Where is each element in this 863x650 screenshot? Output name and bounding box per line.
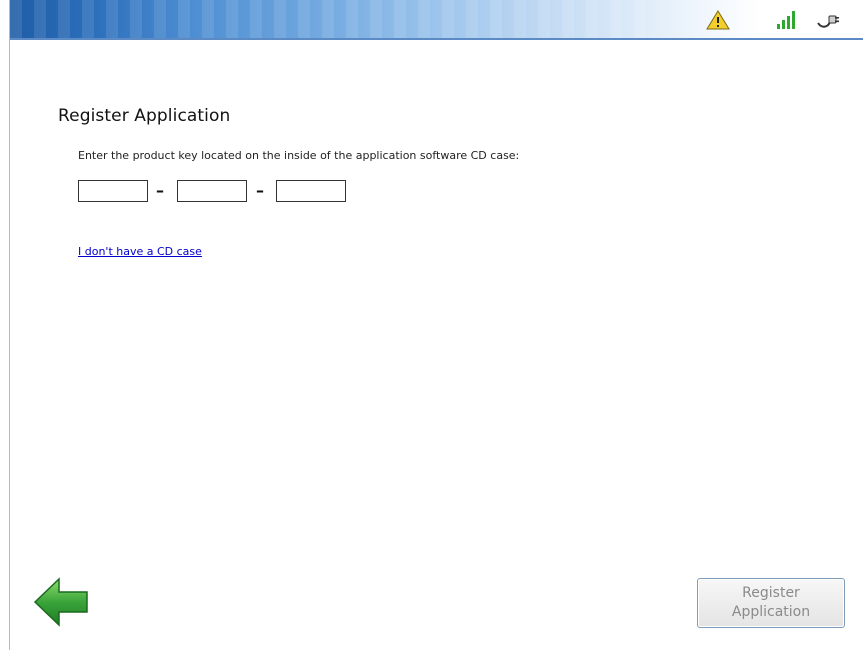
register-button-line1: Register xyxy=(742,585,800,601)
product-key-field-3[interactable] xyxy=(276,180,346,202)
signal-strength-icon[interactable] xyxy=(773,10,797,30)
key-separator-2: – xyxy=(256,181,264,200)
power-plug-icon[interactable] xyxy=(816,10,840,30)
register-button-line2: Application xyxy=(731,604,811,620)
warning-icon[interactable] xyxy=(706,10,730,30)
product-key-field-2[interactable] xyxy=(177,180,247,202)
status-bar-stripes xyxy=(10,0,650,38)
key-separator-1: – xyxy=(156,181,164,200)
page-title: Register Application xyxy=(58,106,231,126)
back-arrow-icon[interactable] xyxy=(33,576,89,628)
status-bar xyxy=(10,0,863,40)
register-application-button[interactable]: Register Application xyxy=(697,578,845,628)
product-key-instructions: Enter the product key located on the ins… xyxy=(78,149,520,162)
product-key-field-1[interactable] xyxy=(78,180,148,202)
left-edge-border xyxy=(0,0,10,650)
no-cd-case-link[interactable]: I don't have a CD case xyxy=(78,245,202,258)
